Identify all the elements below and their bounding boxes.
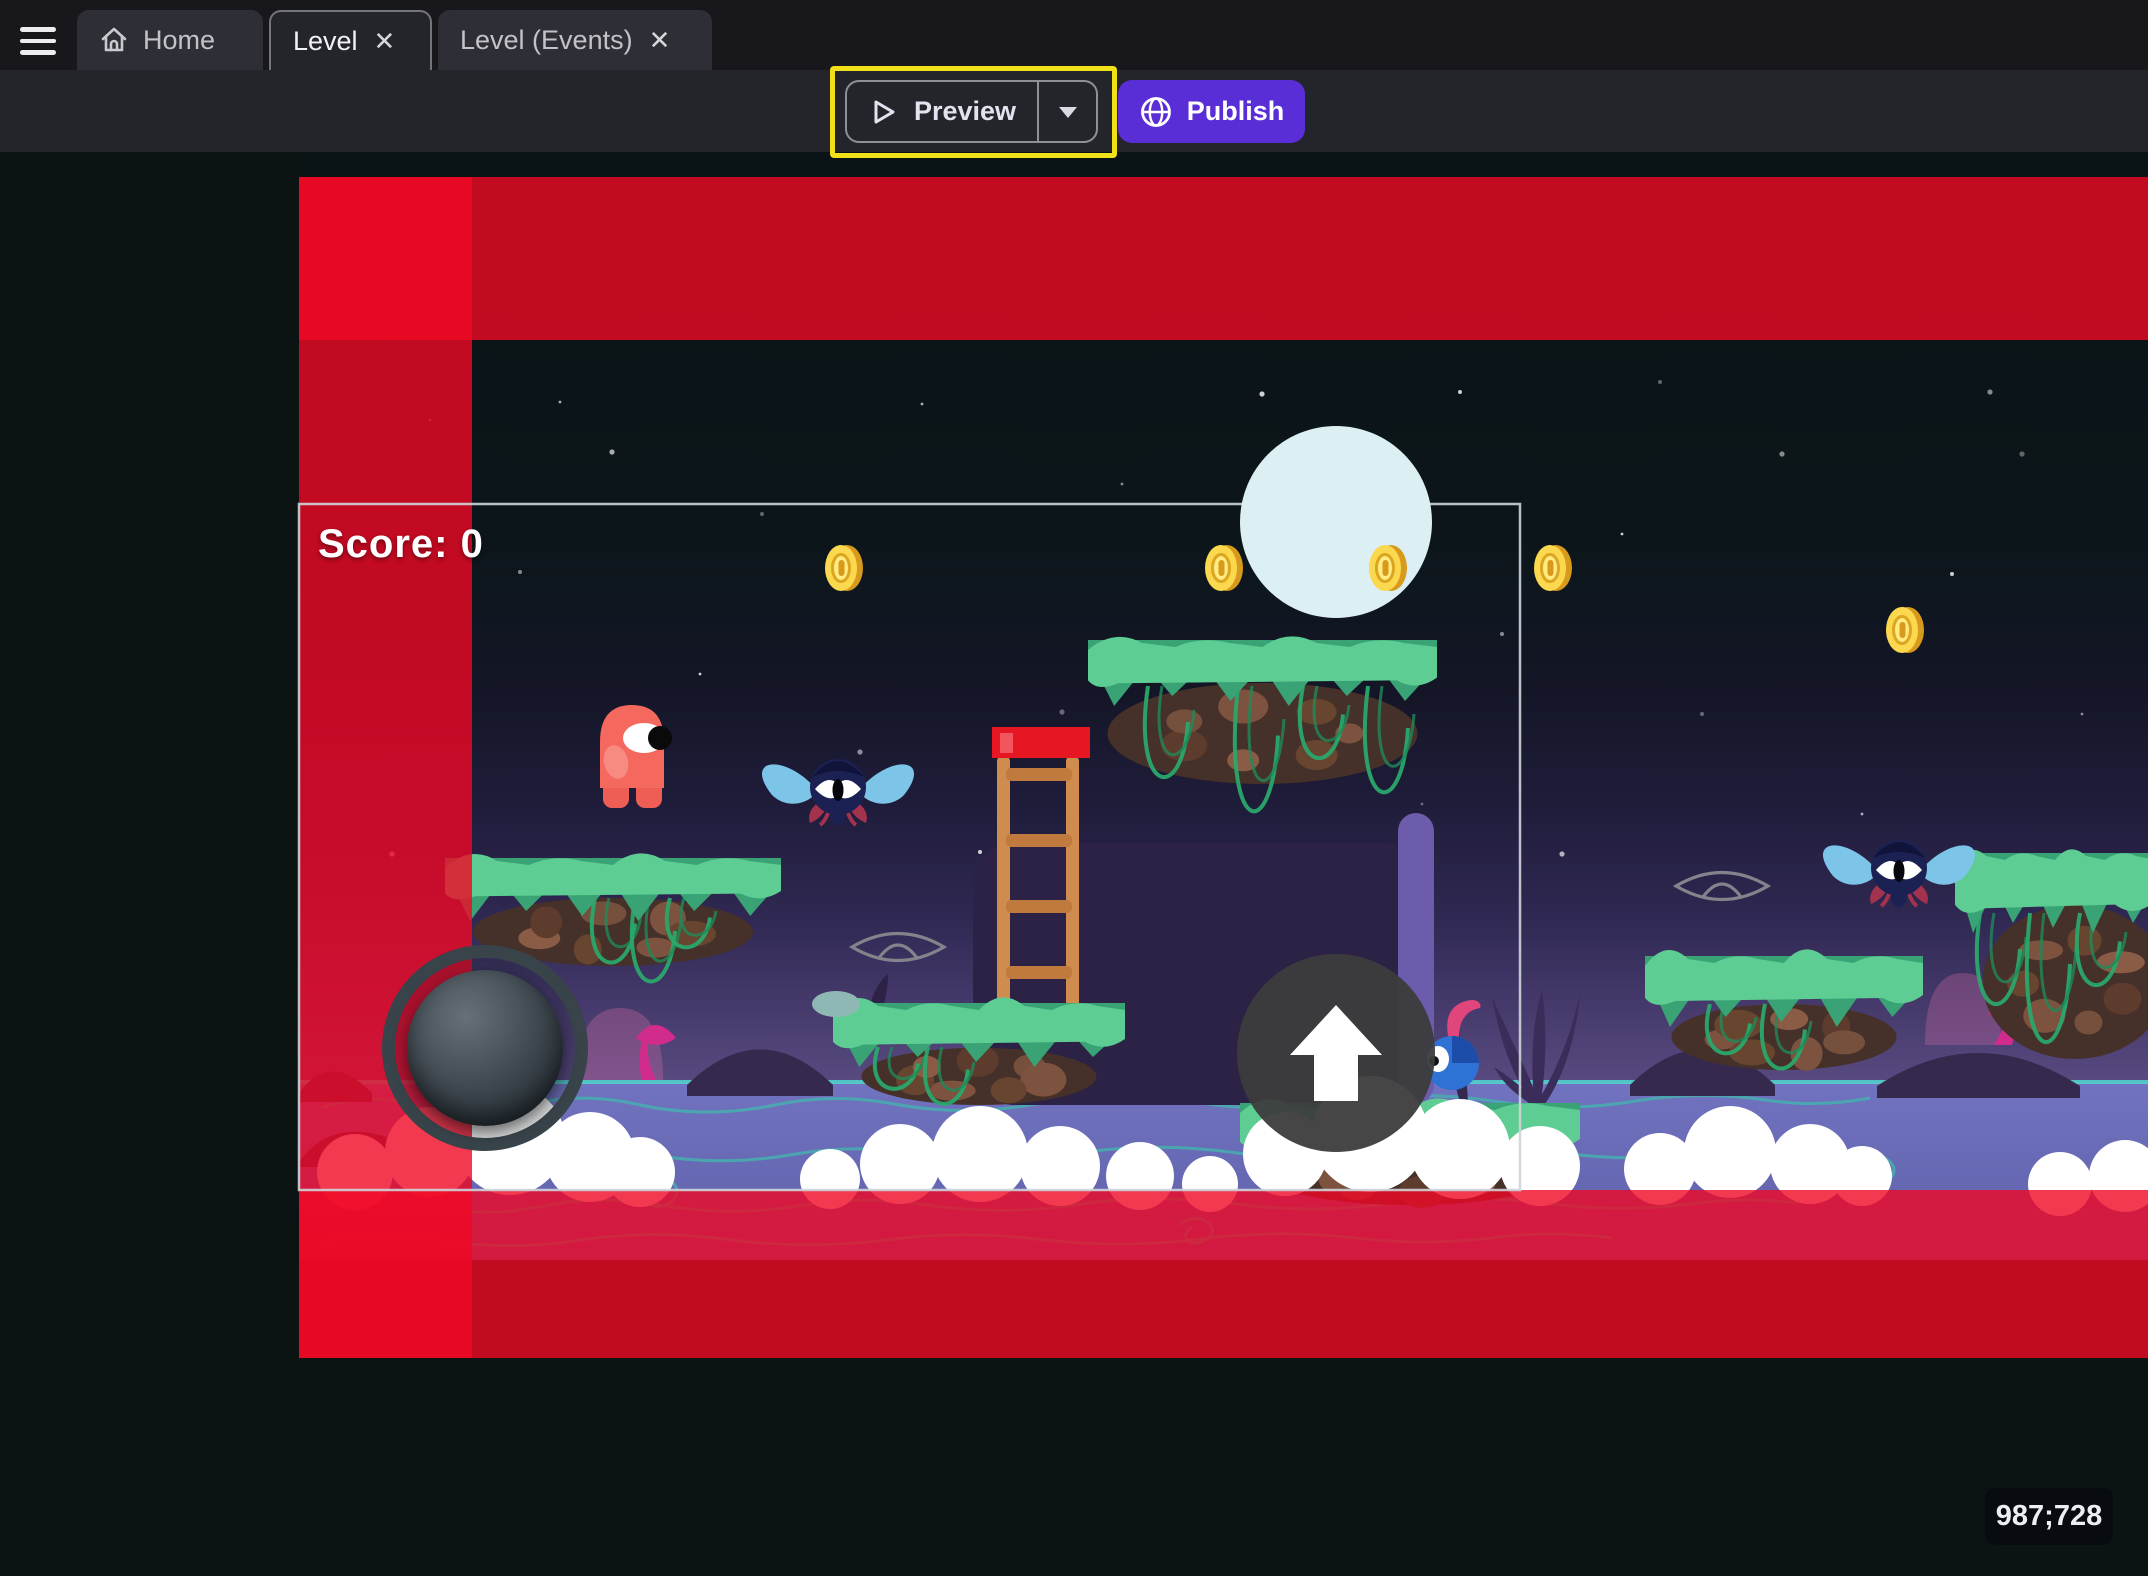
coin <box>1886 607 1924 653</box>
coin <box>1534 545 1572 591</box>
home-icon <box>99 25 129 55</box>
globe-icon <box>1139 95 1173 129</box>
game-scene <box>0 152 2148 1576</box>
tab-label: Level (Events) <box>460 25 633 56</box>
red-zone-top <box>299 177 2148 340</box>
tab-home[interactable]: Home <box>77 10 263 70</box>
preview-button[interactable]: Preview <box>845 80 1098 143</box>
tab-level[interactable]: Level ✕ <box>269 10 432 70</box>
joystick-knob[interactable] <box>407 970 563 1126</box>
play-icon <box>868 97 898 127</box>
coin <box>1369 545 1407 591</box>
coin <box>1205 545 1243 591</box>
arrow-up-icon <box>1276 993 1396 1113</box>
game-editor-window: Home Level ✕ Level (Events) ✕ <box>0 0 2148 1576</box>
cursor-coordinates-badge: 987;728 <box>1985 1488 2113 1545</box>
preview-dropdown[interactable] <box>1037 82 1096 141</box>
tab-label: Home <box>143 25 215 56</box>
scene-editor-canvas[interactable]: Score: 0 987;728 <box>0 152 2148 1576</box>
jump-button[interactable] <box>1237 954 1435 1152</box>
close-tab-icon[interactable]: ✕ <box>647 25 673 55</box>
preview-label: Preview <box>914 96 1016 127</box>
tab-level-events[interactable]: Level (Events) ✕ <box>438 10 712 70</box>
virtual-joystick[interactable] <box>382 945 588 1151</box>
coin <box>825 545 863 591</box>
moon <box>1240 426 1432 618</box>
red-zone-left <box>299 177 472 1358</box>
tab-bar: Home Level ✕ Level (Events) ✕ <box>0 0 2148 70</box>
main-menu-icon[interactable] <box>20 27 58 57</box>
red-zone-bottom <box>299 1190 2148 1358</box>
chevron-down-icon <box>1057 105 1079 119</box>
publish-button[interactable]: Publish <box>1118 80 1305 143</box>
score-text: Score: 0 <box>318 522 484 567</box>
tab-label: Level <box>293 26 358 57</box>
close-tab-icon[interactable]: ✕ <box>372 26 398 56</box>
publish-label: Publish <box>1187 96 1285 127</box>
